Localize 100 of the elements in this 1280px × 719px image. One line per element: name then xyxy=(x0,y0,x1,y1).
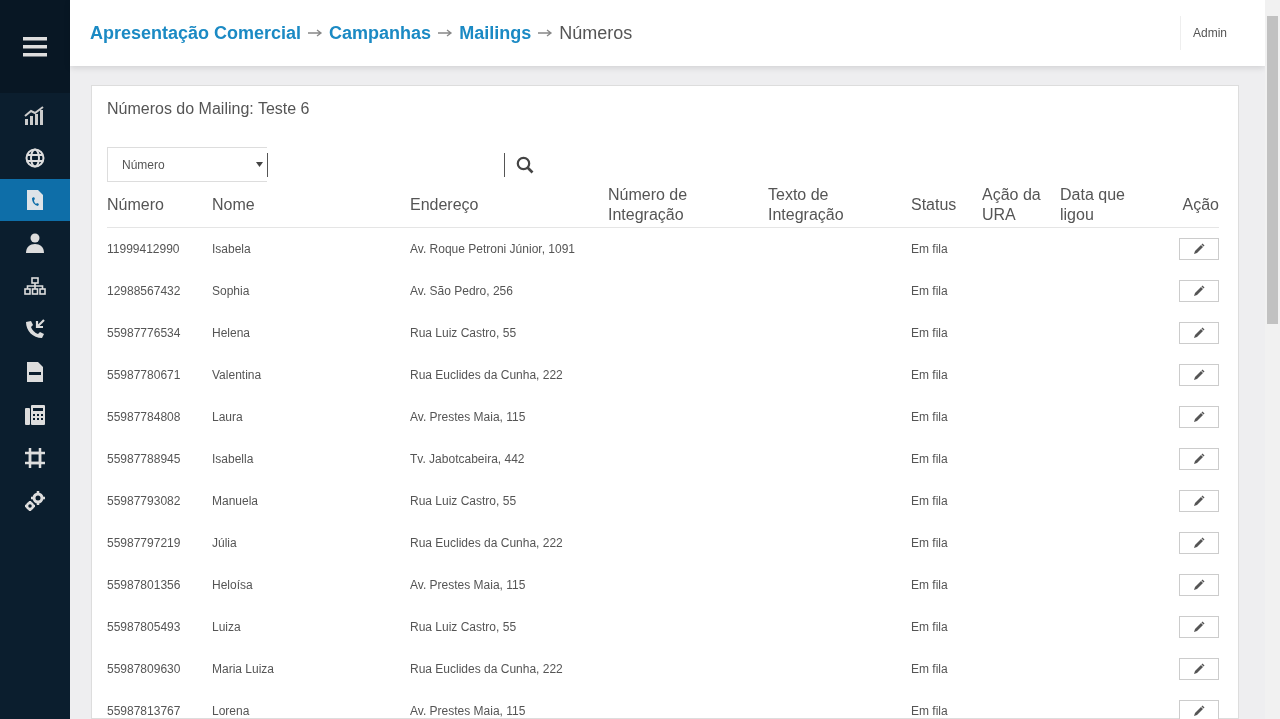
panel-title: Números do Mailing: Teste 6 xyxy=(107,100,311,118)
table-cell: 55987788945 xyxy=(107,452,181,466)
table-cell: Av. Prestes Maia, 115 xyxy=(410,704,526,718)
fax-icon xyxy=(24,403,46,426)
pencil-icon xyxy=(1193,243,1205,255)
scrollbar-thumb[interactable] xyxy=(1267,16,1278,324)
table-cell: 11999412990 xyxy=(107,242,180,256)
table-cell: Sophia xyxy=(212,284,250,298)
edit-button[interactable] xyxy=(1179,238,1219,260)
incoming-call-icon xyxy=(24,317,46,340)
table-cell: Valentina xyxy=(212,368,262,382)
breadcrumb-link[interactable]: Campanhas xyxy=(329,22,432,44)
filter-dropdown[interactable]: Número xyxy=(107,147,267,182)
table-cell: Tv. Jabotcabeira, 442 xyxy=(410,452,525,466)
pencil-icon xyxy=(1193,579,1205,591)
table-cell: Rua Euclides da Cunha, 222 xyxy=(410,368,563,382)
table-cell: Em fila xyxy=(911,284,948,298)
table-cell: Rua Luiz Castro, 55 xyxy=(410,326,517,340)
table-cell: 55987805493 xyxy=(107,620,181,634)
edit-button[interactable] xyxy=(1179,322,1219,344)
edit-button[interactable] xyxy=(1179,406,1219,428)
breadcrumb-link[interactable]: Apresentação Comercial xyxy=(90,22,302,44)
edit-button[interactable] xyxy=(1179,574,1219,596)
search-icon xyxy=(516,155,534,174)
table-cell: Em fila xyxy=(911,494,948,508)
pencil-icon xyxy=(1193,369,1205,381)
table-cell: Em fila xyxy=(911,410,948,424)
table-cell: Rua Luiz Castro, 55 xyxy=(410,494,517,508)
table-cell: Rua Luiz Castro, 55 xyxy=(410,620,517,634)
table-cell: Em fila xyxy=(911,704,948,718)
table-cell: Em fila xyxy=(911,620,948,634)
table-cell: Isabela xyxy=(212,242,251,256)
file-icon xyxy=(26,360,44,383)
table-cell: Av. São Pedro, 256 xyxy=(410,284,513,298)
table-cell: Luiza xyxy=(212,620,241,634)
pencil-icon xyxy=(1193,663,1205,675)
user-menu[interactable]: Admin xyxy=(1180,16,1245,50)
edit-button[interactable] xyxy=(1179,616,1219,638)
sitemap-icon xyxy=(24,276,46,295)
column-header: Nome xyxy=(212,195,255,215)
edit-button[interactable] xyxy=(1179,700,1219,719)
table-cell: Rua Euclides da Cunha, 222 xyxy=(410,536,563,550)
table-cell: 55987776534 xyxy=(107,326,181,340)
column-header: Endereço xyxy=(410,195,479,215)
table-cell: 12988567432 xyxy=(107,284,181,298)
table-cell: Em fila xyxy=(911,662,948,676)
table-cell: Em fila xyxy=(911,452,948,466)
edit-button[interactable] xyxy=(1179,532,1219,554)
arrow-icon xyxy=(437,29,454,37)
column-header: Texto de Integração xyxy=(768,185,845,225)
menu-icon xyxy=(23,36,47,57)
column-header: Número xyxy=(107,195,164,215)
pencil-icon xyxy=(1193,537,1205,549)
table-cell: 55987813767 xyxy=(107,704,181,718)
pencil-icon xyxy=(1193,621,1205,633)
breadcrumb-current: Números xyxy=(559,22,633,44)
table-cell: Maria Luiza xyxy=(212,662,275,676)
edit-button[interactable] xyxy=(1179,658,1219,680)
table-cell: Av. Prestes Maia, 115 xyxy=(410,410,526,424)
table-cell: Júlia xyxy=(212,536,237,550)
globe-icon xyxy=(25,148,45,168)
table-cell: Em fila xyxy=(911,536,948,550)
edit-button[interactable] xyxy=(1179,448,1219,470)
table-cell: 55987797219 xyxy=(107,536,181,550)
column-header: Data que ligou xyxy=(1060,185,1126,225)
arrow-icon xyxy=(537,29,554,37)
table-cell: Av. Roque Petroni Júnior, 1091 xyxy=(410,242,575,256)
bar-chart-icon xyxy=(24,106,46,126)
table-cell: Av. Prestes Maia, 115 xyxy=(410,578,526,592)
breadcrumb-link[interactable]: Mailings xyxy=(459,22,532,44)
caret-icon xyxy=(256,162,263,167)
pencil-icon xyxy=(1193,285,1205,297)
table-cell: Manuela xyxy=(212,494,259,508)
table-cell: Laura xyxy=(212,410,243,424)
table-cell: Em fila xyxy=(911,242,948,256)
table-cell: Em fila xyxy=(911,368,948,382)
table-cell: 55987801356 xyxy=(107,578,181,592)
table-cell: Rua Euclides da Cunha, 222 xyxy=(410,662,563,676)
pencil-icon xyxy=(1193,327,1205,339)
document-phone-icon xyxy=(26,189,44,211)
table-cell: 55987784808 xyxy=(107,410,181,424)
column-header: Ação da URA xyxy=(982,185,1042,225)
pencil-icon xyxy=(1193,705,1205,717)
table-cell: Helena xyxy=(212,326,251,340)
column-header: Número de Integração xyxy=(608,185,689,225)
column-header: Ação xyxy=(1182,195,1219,215)
table-cell: Lorena xyxy=(212,704,250,718)
table-cell: Em fila xyxy=(911,578,948,592)
user-icon xyxy=(26,232,44,253)
pencil-icon xyxy=(1193,495,1205,507)
edit-button[interactable] xyxy=(1179,490,1219,512)
column-header: Status xyxy=(911,195,957,215)
table-cell: Heloísa xyxy=(212,578,253,592)
table-cell: Isabella xyxy=(212,452,254,466)
edit-button[interactable] xyxy=(1179,364,1219,386)
edit-button[interactable] xyxy=(1179,280,1219,302)
menu-button[interactable] xyxy=(23,36,47,57)
table-cell: 55987809630 xyxy=(107,662,181,676)
table-cell: 55987780671 xyxy=(107,368,181,382)
pencil-icon xyxy=(1193,411,1205,423)
